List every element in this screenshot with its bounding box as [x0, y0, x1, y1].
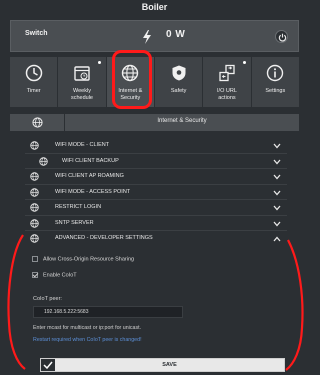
io-actions-icon — [219, 64, 235, 82]
coiot-peer-label: CoIoT peer: — [33, 296, 62, 302]
settings-list: WIFI MODE - CLIENT WIFI CLIENT BACKUP WI… — [25, 138, 287, 247]
globe-icon — [30, 218, 39, 228]
device-status-bar: Switch 0 W — [10, 20, 299, 52]
bolt-icon — [143, 30, 151, 44]
cors-checkbox[interactable] — [32, 256, 38, 262]
coiot-peer-hint: Enter mcast for multicast or ip:port for… — [33, 325, 142, 331]
section-header: Internet & Security — [10, 114, 299, 131]
chevron-down-icon — [273, 205, 281, 211]
power-value: 0 W — [166, 29, 186, 40]
cors-option[interactable]: Allow Cross-Origin Resource Sharing — [32, 256, 134, 262]
tab-label: Settings — [265, 88, 286, 94]
list-item[interactable]: WIFI MODE - CLIENT — [25, 138, 287, 154]
check-icon — [43, 361, 53, 369]
globe-icon — [39, 156, 48, 166]
tab-weekly-schedule[interactable]: Weekly schedule — [58, 57, 107, 107]
notification-dot — [242, 61, 246, 64]
globe-icon — [32, 117, 43, 128]
section-title: Internet & Security — [157, 118, 207, 124]
chevron-down-icon — [273, 190, 281, 195]
list-item-label: WIFI CLIENT AP ROAMING — [55, 173, 124, 179]
list-item[interactable]: WIFI MODE - ACCESS POINT — [25, 185, 287, 200]
chevron-down-icon — [273, 143, 281, 149]
cors-label: Allow Cross-Origin Resource Sharing — [43, 256, 135, 263]
save-check-cell — [41, 359, 55, 371]
restart-note: Restart required when CoIoT peer is chan… — [33, 337, 142, 343]
tab-label: Internet & Security — [118, 88, 143, 101]
list-item-advanced[interactable]: ADVANCED - DEVELOPER SETTINGS — [25, 231, 287, 247]
app-title: Boiler — [141, 2, 168, 12]
annotation-bracket-left — [7, 234, 26, 370]
globe-icon — [30, 187, 39, 197]
chevron-down-icon — [273, 159, 281, 164]
shield-icon — [172, 65, 186, 81]
coiot-enable-option[interactable]: Enable CoIoT — [32, 272, 77, 278]
list-item-label: RESTRICT LOGIN — [55, 204, 102, 210]
power-icon — [278, 33, 287, 42]
chevron-up-icon — [273, 236, 281, 242]
clock-icon — [25, 64, 42, 82]
list-item-label: WIFI MODE - CLIENT — [55, 142, 110, 148]
coiot-enable-label: Enable CoIoT — [43, 272, 77, 279]
tab-bar: Timer Weekly schedule Internet & Securit… — [10, 57, 299, 107]
power-toggle-button[interactable] — [275, 30, 288, 43]
tab-label: Timer — [26, 88, 41, 94]
list-item[interactable]: RESTRICT LOGIN — [25, 200, 287, 216]
calendar-icon — [74, 66, 90, 81]
list-item[interactable]: WIFI CLIENT AP ROAMING — [25, 169, 287, 185]
list-item-label: ADVANCED - DEVELOPER SETTINGS — [55, 235, 153, 241]
coiot-peer-input[interactable] — [33, 306, 183, 318]
tab-label: Safety — [170, 88, 187, 94]
list-item[interactable]: WIFI CLIENT BACKUP — [25, 154, 287, 169]
save-label: SAVE — [162, 362, 177, 368]
chevron-down-icon — [273, 174, 281, 180]
tab-label: I/O URL actions — [217, 88, 237, 101]
tab-label: Weekly schedule — [70, 88, 93, 101]
save-button[interactable]: SAVE — [40, 358, 285, 372]
globe-icon — [122, 64, 139, 82]
list-item-label: WIFI CLIENT BACKUP — [62, 157, 119, 164]
tab-timer[interactable]: Timer — [10, 57, 59, 107]
list-item[interactable]: SNTP SERVER — [25, 216, 287, 231]
globe-icon — [30, 234, 39, 243]
tab-safety[interactable]: Safety — [155, 57, 204, 107]
tab-io-url-actions[interactable]: I/O URL actions — [203, 57, 252, 107]
list-item-label: SNTP SERVER — [55, 219, 94, 226]
tab-settings[interactable]: Settings — [252, 57, 299, 107]
info-icon — [267, 64, 284, 82]
globe-icon — [30, 141, 39, 150]
tab-internet-security[interactable]: Internet & Security — [106, 57, 155, 107]
section-icon-cell — [10, 114, 65, 131]
notification-dot — [97, 61, 101, 64]
globe-icon — [30, 203, 39, 212]
chevron-down-icon — [273, 221, 281, 226]
device-name: Switch — [25, 30, 48, 37]
globe-icon — [30, 172, 39, 181]
list-item-label: WIFI MODE - ACCESS POINT — [55, 188, 131, 195]
advanced-settings-panel: Allow Cross-Origin Resource Sharing Enab… — [25, 246, 287, 346]
coiot-enable-checkbox[interactable] — [32, 272, 38, 278]
